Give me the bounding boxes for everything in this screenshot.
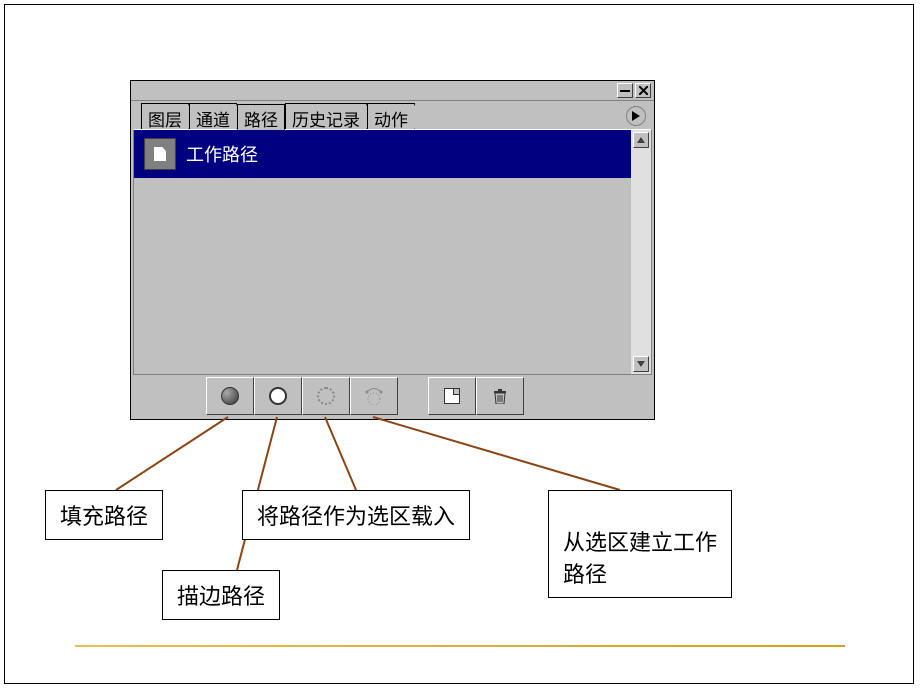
tab-layers[interactable]: 图层 <box>141 103 189 129</box>
stroke-circle-icon <box>269 387 287 405</box>
panel-button-bar <box>131 375 654 417</box>
tab-actions[interactable]: 动作 <box>367 103 415 129</box>
path-item-work[interactable]: 工作路径 <box>134 130 631 178</box>
stroke-path-button[interactable] <box>254 377 302 415</box>
tab-channels[interactable]: 通道 <box>189 103 237 129</box>
scroll-down-button[interactable] <box>633 356 649 372</box>
panel-titlebar <box>131 81 654 101</box>
tab-bar: 图层 通道 路径 历史记录 动作 <box>131 101 654 129</box>
annotation-path-to-selection: 将路径作为选区载入 <box>242 490 470 540</box>
path-to-selection-button[interactable] <box>302 377 350 415</box>
dotted-circle-icon <box>317 387 335 405</box>
panel-menu-button[interactable] <box>626 106 646 126</box>
annotation-text: 将路径作为选区载入 <box>257 504 455 529</box>
fill-circle-icon <box>221 387 239 405</box>
path-thumb-icon <box>154 147 166 161</box>
delete-path-button[interactable] <box>476 377 524 415</box>
vertical-scrollbar[interactable] <box>631 130 651 374</box>
new-document-icon <box>444 388 460 404</box>
annotation-text: 描边路径 <box>177 584 265 609</box>
trash-icon <box>493 388 507 404</box>
minimize-icon <box>620 90 630 92</box>
fill-path-button[interactable] <box>206 377 254 415</box>
chevron-up-icon <box>637 137 645 143</box>
annotation-text: 填充路径 <box>60 504 148 529</box>
path-name-label: 工作路径 <box>186 141 258 167</box>
annotation-fill-path: 填充路径 <box>45 490 163 540</box>
close-icon <box>639 86 648 95</box>
scroll-up-button[interactable] <box>633 132 649 148</box>
new-path-button[interactable] <box>428 377 476 415</box>
annotation-selection-to-path: 从选区建立工作 路径 <box>548 490 732 598</box>
minimize-button[interactable] <box>617 83 633 98</box>
tab-paths[interactable]: 路径 <box>237 104 285 130</box>
selection-to-path-button[interactable] <box>350 377 398 415</box>
menu-arrow-icon <box>632 111 640 121</box>
paths-list: 工作路径 <box>134 130 631 374</box>
path-thumbnail <box>144 138 176 170</box>
paths-list-area: 工作路径 <box>133 129 652 375</box>
chevron-down-icon <box>637 361 645 367</box>
decorative-underline <box>75 645 845 647</box>
tab-history[interactable]: 历史记录 <box>285 103 367 129</box>
annotation-stroke-path: 描边路径 <box>162 570 280 620</box>
selection-to-path-icon <box>364 387 384 405</box>
paths-panel: 图层 通道 路径 历史记录 动作 工作路径 <box>130 80 655 420</box>
annotation-text: 从选区建立工作 路径 <box>563 530 717 587</box>
close-button[interactable] <box>635 83 651 98</box>
